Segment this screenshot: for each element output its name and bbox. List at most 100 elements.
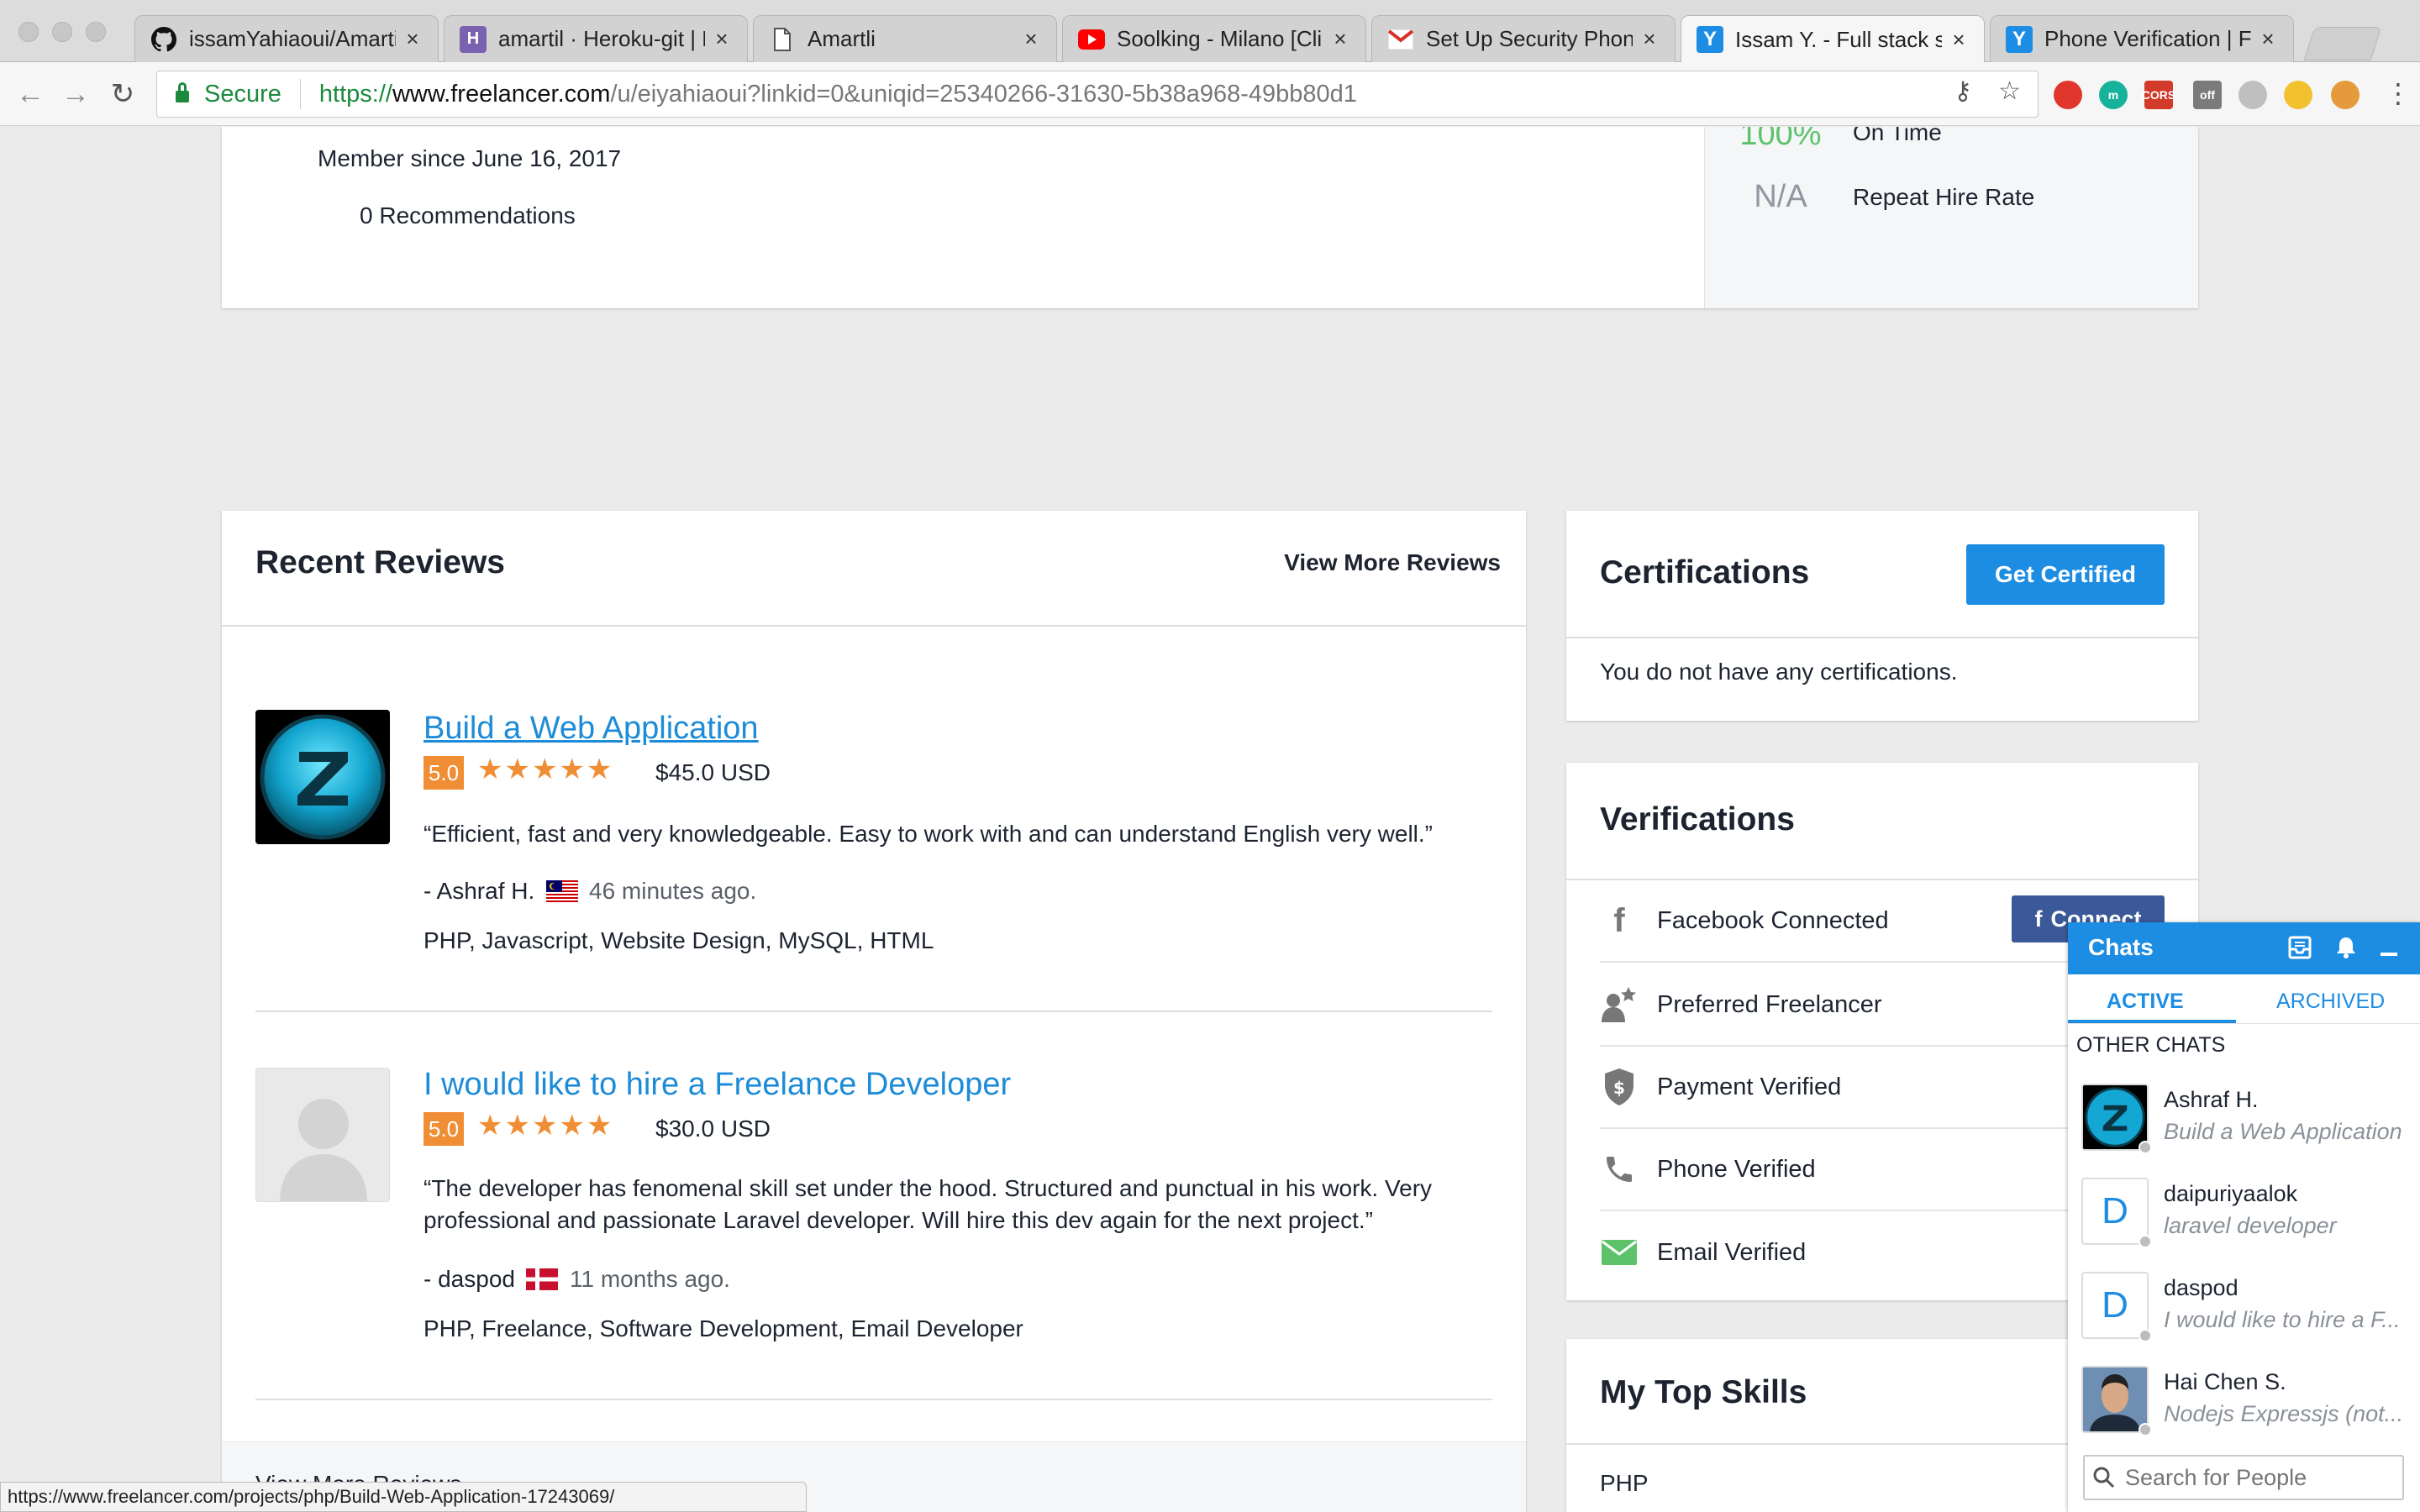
tab-close-icon[interactable]: × — [2258, 26, 2278, 52]
skill-link[interactable]: Email Developer — [850, 1315, 1023, 1341]
address-bar[interactable]: Secure https:// www.freelancer.com /u/ei… — [156, 71, 2039, 118]
chat-item[interactable]: D daspod I would like to hire a F... — [2068, 1258, 2420, 1352]
chat-subtitle: Nodejs Expressjs (not... — [2164, 1401, 2404, 1426]
browser-tab[interactable]: H amartil · Heroku-git | H × — [444, 15, 748, 62]
tab-close-icon[interactable]: × — [402, 26, 423, 52]
forward-arrow-icon[interactable]: → — [59, 77, 92, 111]
divider — [2068, 1023, 2420, 1024]
chat-subtitle: I would like to hire a F... — [2164, 1307, 2401, 1332]
divider — [255, 1399, 1492, 1400]
chat-tab-archived[interactable]: ARCHIVED — [2276, 990, 2385, 1014]
project-thumbnail[interactable] — [255, 710, 390, 844]
tab-close-icon[interactable]: × — [1330, 26, 1350, 52]
project-thumbnail-placeholder[interactable] — [255, 1068, 390, 1202]
key-icon[interactable]: ⚷ — [1954, 76, 1972, 106]
opera-icon[interactable] — [2054, 81, 2082, 109]
browser-tab[interactable]: Y Phone Verification | Fre × — [1990, 15, 2294, 62]
people-search-field[interactable] — [2083, 1455, 2404, 1500]
address-separator — [299, 79, 301, 109]
email-icon — [1600, 1233, 1639, 1272]
window-zoom-button[interactable] — [86, 22, 106, 42]
skill-link[interactable]: PHP — [424, 1315, 469, 1341]
verification-label: Preferred Freelancer — [1657, 990, 1882, 1018]
skill-link[interactable]: HTML — [870, 927, 934, 953]
skill-link[interactable]: PHP — [424, 927, 469, 953]
tab-close-icon[interactable]: × — [1639, 26, 1660, 52]
presence-dot — [2139, 1235, 2152, 1248]
bookmark-star-icon[interactable]: ☆ — [1998, 76, 2021, 106]
tab-close-icon[interactable]: × — [712, 26, 732, 52]
review-project-title-link[interactable]: Build a Web Application — [424, 711, 759, 747]
browser-tab[interactable]: Set Up Security Phone × — [1371, 15, 1676, 62]
browser-tab[interactable]: Amartli × — [753, 15, 1057, 62]
window-minimize-button[interactable] — [52, 22, 72, 42]
off-extension-icon[interactable]: off — [2193, 81, 2222, 109]
tab-title: Issam Y. - Full stack so — [1735, 26, 1942, 52]
get-certified-button[interactable]: Get Certified — [1966, 544, 2165, 605]
review-quote: “The developer has fenomenal skill set u… — [424, 1175, 1433, 1233]
chat-name: daspod — [2164, 1275, 2238, 1300]
avatar: D — [2081, 1178, 2149, 1245]
people-search-input[interactable] — [2125, 1464, 2394, 1491]
skill-link[interactable]: MySQL — [778, 927, 856, 953]
browser-tab[interactable]: issamYahiaoui/Amartil × — [134, 15, 439, 62]
presence-dot — [2139, 1141, 2152, 1154]
review-quote: “Efficient, fast and very knowledgeable.… — [424, 821, 1433, 847]
chat-panel: Chats ACTIVE ARCHIVED OTHER CHATS Ashraf… — [2068, 922, 2420, 1512]
mercury-icon[interactable]: m — [2099, 81, 2128, 109]
cors-icon[interactable]: CORS — [2142, 81, 2175, 109]
skill-link[interactable]: Javascript — [482, 927, 588, 953]
window-close-button[interactable] — [18, 22, 39, 42]
review-skills: PHP, Javascript, Website Design, MySQL, … — [424, 927, 934, 953]
night-mode-icon[interactable] — [2284, 81, 2312, 109]
skill-item[interactable]: PHP — [1600, 1470, 1649, 1497]
star-rating-icon: ★★★★★ — [477, 753, 614, 785]
reviewer-name: - daspod — [424, 1266, 515, 1292]
denmark-flag-icon — [526, 1268, 558, 1290]
skill-link[interactable]: Software Development — [600, 1315, 838, 1341]
stat-label: On Time — [1853, 127, 1942, 145]
tab-title: Soolking - Milano [Clip — [1117, 26, 1323, 51]
view-more-reviews-link[interactable]: View More Reviews — [1284, 549, 1501, 576]
url-scheme: https:// — [318, 80, 392, 108]
facebook-icon: f — [1613, 901, 1625, 939]
browser-tab[interactable]: Soolking - Milano [Clip × — [1062, 15, 1366, 62]
presence-dot — [2139, 1329, 2152, 1342]
section-title: My Top Skills — [1600, 1374, 1807, 1410]
inbox-icon[interactable] — [2288, 936, 2312, 963]
tab-close-icon[interactable]: × — [1949, 27, 1969, 53]
chat-subtitle: Build a Web Application — [2164, 1119, 2402, 1144]
skill-link[interactable]: Freelance — [482, 1315, 587, 1341]
freelancer-icon: Y — [2006, 25, 2033, 53]
gmail-icon — [1387, 26, 1414, 53]
browser-tab-active[interactable]: Y Issam Y. - Full stack so × — [1681, 15, 1985, 63]
preferred-freelancer-icon — [1600, 985, 1639, 1024]
review-project-title-link[interactable]: I would like to hire a Freelance Develop… — [424, 1067, 1011, 1103]
skill-link[interactable]: Website Design — [601, 927, 765, 953]
reload-icon[interactable]: ↻ — [106, 77, 139, 111]
chat-item[interactable]: Ashraf H. Build a Web Application — [2068, 1070, 2420, 1164]
ruler-icon[interactable] — [2331, 81, 2360, 109]
svg-text:$: $ — [1613, 1078, 1625, 1098]
profile-stats: 100% On Time N/A Repeat Hire Rate — [1704, 127, 2198, 308]
recommendations-count[interactable]: 0 Recommendations — [360, 202, 576, 229]
chat-item[interactable]: D daipuriyaalok laravel developer — [2068, 1164, 2420, 1258]
tab-close-icon[interactable]: × — [1021, 26, 1041, 52]
document-icon — [769, 26, 796, 53]
menu-dots-icon[interactable]: ⋮ — [2385, 77, 2412, 109]
verification-label: Email Verified — [1657, 1238, 1807, 1266]
minimize-icon[interactable] — [2381, 953, 2397, 956]
avatar-photo — [2081, 1366, 2149, 1433]
dimmer-icon[interactable] — [2238, 81, 2267, 109]
chat-item[interactable]: Hai Chen S. Nodejs Expressjs (not... — [2068, 1352, 2420, 1446]
freelancer-icon: Y — [1697, 26, 1723, 53]
malaysia-flag-icon — [546, 880, 578, 902]
chat-tab-active[interactable]: ACTIVE — [2107, 990, 2184, 1014]
rating-badge: 5.0 — [424, 1112, 464, 1146]
verification-label: Payment Verified — [1657, 1073, 1842, 1100]
phone-icon — [1600, 1150, 1639, 1189]
new-tab-button[interactable] — [2303, 27, 2382, 60]
back-arrow-icon[interactable]: ← — [13, 77, 47, 111]
review-skills: PHP, Freelance, Software Development, Em… — [424, 1315, 1023, 1341]
bell-icon[interactable] — [2335, 936, 2357, 963]
